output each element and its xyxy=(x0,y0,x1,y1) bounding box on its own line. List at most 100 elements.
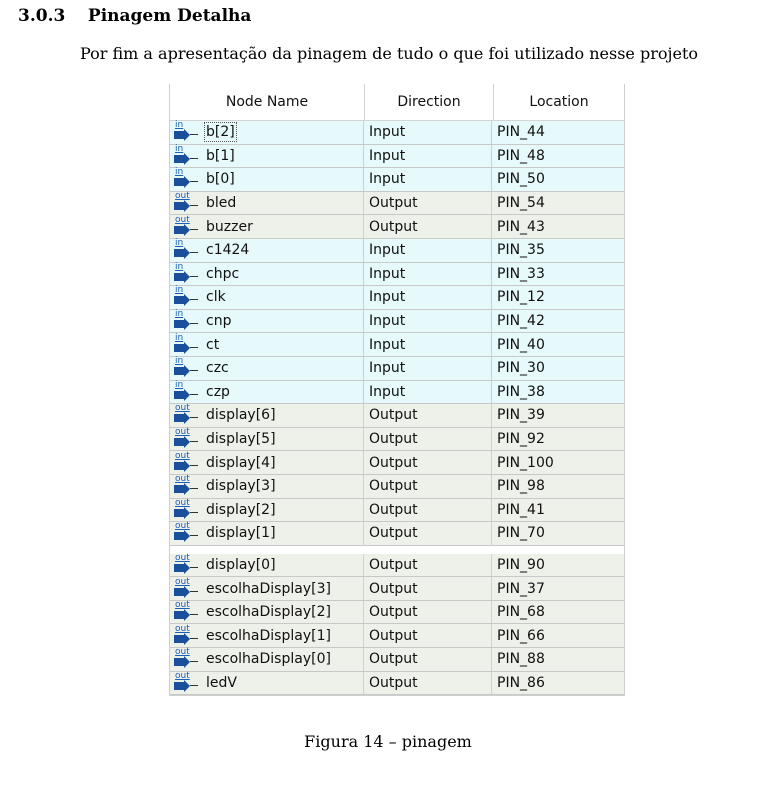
node-name: display[1] xyxy=(206,525,276,542)
input-pin-icon: in xyxy=(174,238,200,260)
table-row[interactable]: in cnp Input PIN_42 xyxy=(170,309,624,334)
direction-cell: Output xyxy=(364,553,492,577)
input-pin-icon: in xyxy=(174,309,200,331)
table-row[interactable]: in czc Input PIN_30 xyxy=(170,356,624,381)
direction-cell: Output xyxy=(364,624,492,648)
section-number: 3.0.3 xyxy=(18,6,66,26)
direction-cell: Output xyxy=(364,498,492,522)
node-name: escolhaDisplay[2] xyxy=(206,604,331,621)
node-name: ledV xyxy=(206,674,237,691)
location-cell: PIN_35 xyxy=(497,242,545,259)
direction-cell: Output xyxy=(364,404,492,427)
location-cell: PIN_68 xyxy=(497,604,545,621)
node-name-cell: out display[5] xyxy=(170,427,364,451)
intro-paragraph: Por fim a apresentação da pinagem de tud… xyxy=(80,44,698,63)
output-pin-icon: out xyxy=(174,191,200,213)
node-name: display[3] xyxy=(206,478,276,495)
node-name: czp xyxy=(206,383,230,400)
table-row[interactable]: out display[1] Output PIN_70 xyxy=(170,521,624,546)
column-header-location[interactable]: Location xyxy=(494,84,624,120)
table-row[interactable]: in b[1] Input PIN_48 xyxy=(170,144,624,169)
input-pin-icon: in xyxy=(174,285,200,307)
table-row[interactable]: out display[6] Output PIN_39 xyxy=(170,403,624,428)
location-cell: PIN_30 xyxy=(497,360,545,377)
node-name: b[0] xyxy=(206,171,235,188)
input-pin-icon: in xyxy=(174,333,200,355)
direction-cell: Input xyxy=(364,262,492,286)
location-cell: PIN_12 xyxy=(497,289,545,306)
node-name: czc xyxy=(206,360,229,377)
direction-cell: Output xyxy=(364,671,492,695)
table-row[interactable]: in c1424 Input PIN_35 xyxy=(170,238,624,263)
direction-cell: Input xyxy=(364,333,492,356)
node-name: display[4] xyxy=(206,454,276,471)
column-header-direction[interactable]: Direction xyxy=(365,84,494,120)
table-row[interactable]: out buzzer Output PIN_43 xyxy=(170,215,624,239)
location-cell: PIN_100 xyxy=(497,454,554,471)
column-header-node-name[interactable]: Node Name xyxy=(170,84,365,120)
output-pin-icon: out xyxy=(174,403,200,425)
node-name-cell: out display[0] xyxy=(170,553,364,577)
output-pin-icon: out xyxy=(174,600,200,622)
output-pin-icon: out xyxy=(174,577,200,599)
output-pin-icon: out xyxy=(174,553,200,575)
table-row[interactable]: out bled Output PIN_54 xyxy=(170,191,624,216)
direction-cell: Input xyxy=(364,168,492,191)
location-cell: PIN_98 xyxy=(497,478,545,495)
table-row[interactable]: out display[2] Output PIN_41 xyxy=(170,498,624,523)
table-row[interactable]: out display[3] Output PIN_98 xyxy=(170,474,624,499)
table-row[interactable]: in b[0] Input PIN_50 xyxy=(170,167,624,192)
table-row[interactable]: in czp Input PIN_38 xyxy=(170,380,624,405)
location-cell: PIN_39 xyxy=(497,407,545,424)
direction-cell: Output xyxy=(364,522,492,545)
direction-cell: Input xyxy=(364,144,492,168)
location-cell: PIN_50 xyxy=(497,171,545,188)
section-heading: 3.0.3 Pinagem Detalha xyxy=(18,6,251,26)
table-row[interactable]: in clk Input PIN_12 xyxy=(170,285,624,310)
table-row[interactable]: in b[2] Input PIN_44 xyxy=(170,120,624,145)
node-name-cell: in ct xyxy=(170,333,364,356)
node-name-cell: in chpc xyxy=(170,262,364,286)
direction-cell: Input xyxy=(364,238,492,262)
node-name: bled xyxy=(206,195,237,212)
node-name-cell: out display[2] xyxy=(170,498,364,522)
table-row[interactable]: out ledV Output PIN_86 xyxy=(170,671,624,696)
output-pin-icon: out xyxy=(174,521,200,543)
location-cell: PIN_70 xyxy=(497,525,545,542)
location-cell: PIN_40 xyxy=(497,336,545,353)
table-row[interactable]: out display[0] Output PIN_90 xyxy=(170,553,624,578)
table-row[interactable]: out escolhaDisplay[1] Output PIN_66 xyxy=(170,624,624,649)
input-pin-icon: in xyxy=(174,380,200,402)
figure-caption: Figura 14 – pinagem xyxy=(304,732,472,751)
node-name-cell: in b[2] xyxy=(170,120,364,144)
direction-cell: Output xyxy=(364,427,492,451)
location-cell: PIN_66 xyxy=(497,627,545,644)
node-name-cell: out display[3] xyxy=(170,474,364,498)
node-name-cell: out display[1] xyxy=(170,521,364,545)
node-name: c1424 xyxy=(206,242,250,259)
location-cell: PIN_44 xyxy=(497,124,545,141)
table-row[interactable]: out display[4] Output PIN_100 xyxy=(170,451,624,475)
input-pin-icon: in xyxy=(174,144,200,166)
node-name: buzzer xyxy=(206,218,253,235)
location-cell: PIN_37 xyxy=(497,580,545,597)
table-row[interactable]: out escolhaDisplay[3] Output PIN_37 xyxy=(170,577,624,601)
node-name-cell: out escolhaDisplay[0] xyxy=(170,647,364,671)
location-cell: PIN_90 xyxy=(497,556,545,573)
table-row[interactable]: in chpc Input PIN_33 xyxy=(170,262,624,287)
table-row[interactable]: out escolhaDisplay[0] Output PIN_88 xyxy=(170,647,624,672)
node-name-cell: out ledV xyxy=(170,671,364,695)
pin-table: Node Name Direction Location in b[2] Input… xyxy=(169,84,625,697)
table-row[interactable]: in ct Input PIN_40 xyxy=(170,333,624,357)
direction-cell: Output xyxy=(364,577,492,600)
direction-cell: Input xyxy=(364,121,492,144)
node-name-cell: out escolhaDisplay[2] xyxy=(170,600,364,624)
node-name-cell: in c1424 xyxy=(170,238,364,262)
node-name: display[0] xyxy=(206,556,276,573)
input-pin-icon: in xyxy=(174,356,200,378)
location-cell: PIN_48 xyxy=(497,147,545,164)
table-row[interactable]: out display[5] Output PIN_92 xyxy=(170,427,624,452)
node-name: clk xyxy=(206,289,226,306)
table-row[interactable]: out escolhaDisplay[2] Output PIN_68 xyxy=(170,600,624,625)
node-name: ct xyxy=(206,336,220,353)
